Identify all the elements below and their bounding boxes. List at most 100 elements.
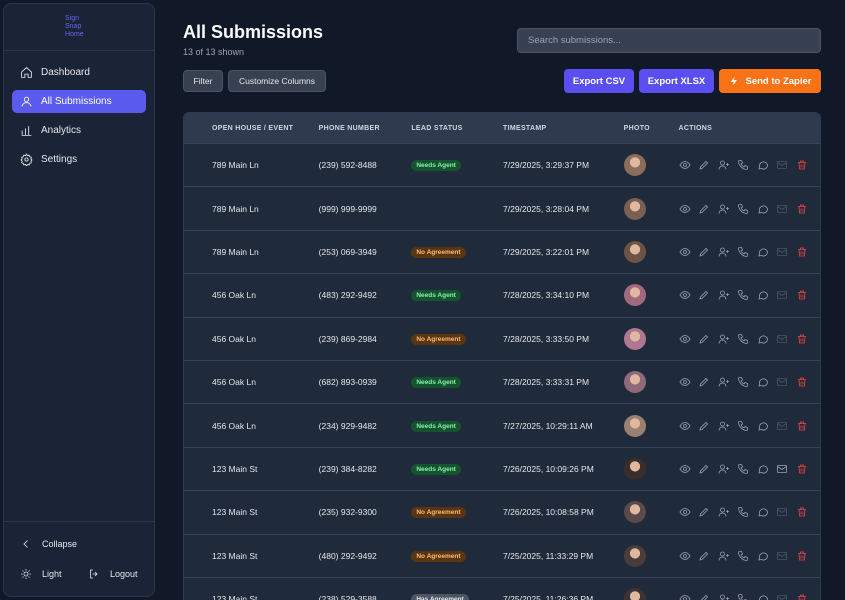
delete-icon[interactable] [795,159,808,172]
view-icon[interactable] [678,289,691,302]
sms-icon[interactable] [756,593,769,600]
edit-icon[interactable] [698,593,711,600]
email-icon[interactable] [776,376,789,389]
assign-agent-icon[interactable] [717,332,730,345]
table-row[interactable]: 789 Main Ln (253) 069-3949 No Agreement … [184,229,820,273]
sms-icon[interactable] [756,202,769,215]
theme-toggle[interactable]: Light [20,564,88,584]
assign-agent-icon[interactable] [717,376,730,389]
email-icon[interactable] [776,593,789,600]
table-row[interactable]: 456 Oak Ln (234) 929-9482 Needs Agent 7/… [184,403,820,446]
email-icon[interactable] [776,419,789,432]
email-icon[interactable] [776,462,789,475]
sidebar-item-analytics[interactable]: Analytics [12,119,146,142]
view-icon[interactable] [678,332,691,345]
delete-icon[interactable] [795,549,808,562]
avatar[interactable] [623,154,646,177]
edit-icon[interactable] [698,289,711,302]
table-row[interactable]: 789 Main Ln (239) 592-8488 Needs Agent 7… [184,143,820,186]
assign-agent-icon[interactable] [717,289,730,302]
view-icon[interactable] [678,419,691,432]
delete-icon[interactable] [795,245,808,258]
sms-icon[interactable] [756,506,769,519]
avatar[interactable] [623,544,646,567]
view-icon[interactable] [678,159,691,172]
sms-icon[interactable] [756,289,769,302]
table-row[interactable]: 123 Main St (238) 529-3588 Has Agreement… [184,576,820,600]
edit-icon[interactable] [698,202,711,215]
sidebar-item-dashboard[interactable]: Dashboard [12,61,146,84]
edit-icon[interactable] [698,419,711,432]
sms-icon[interactable] [756,549,769,562]
call-icon[interactable] [737,549,750,562]
search-input[interactable] [517,28,821,53]
call-icon[interactable] [737,593,750,600]
edit-icon[interactable] [698,332,711,345]
email-icon[interactable] [776,245,789,258]
table-row[interactable]: 456 Oak Ln (682) 893-0939 Needs Agent 7/… [184,359,820,403]
avatar[interactable] [623,588,646,600]
avatar[interactable] [623,414,646,437]
call-icon[interactable] [737,506,750,519]
call-icon[interactable] [737,202,750,215]
avatar[interactable] [623,240,646,263]
assign-agent-icon[interactable] [717,159,730,172]
avatar[interactable] [623,327,646,350]
logo[interactable]: Sign Snap Home [4,4,154,51]
call-icon[interactable] [737,332,750,345]
avatar[interactable] [623,284,646,307]
export-xlsx-button[interactable]: Export XLSX [639,69,714,93]
column-header[interactable]: LEAD STATUS [411,125,503,132]
delete-icon[interactable] [795,332,808,345]
filter-button[interactable]: Filter [183,70,223,92]
view-icon[interactable] [678,549,691,562]
logout-button[interactable]: Logout [88,564,138,584]
assign-agent-icon[interactable] [717,245,730,258]
send-to-zapier-button[interactable]: Send to Zapier [719,69,821,93]
call-icon[interactable] [737,159,750,172]
view-icon[interactable] [678,593,691,600]
delete-icon[interactable] [795,419,808,432]
email-icon[interactable] [776,202,789,215]
edit-icon[interactable] [698,462,711,475]
edit-icon[interactable] [698,245,711,258]
collapse-button[interactable]: Collapse [20,534,138,554]
view-icon[interactable] [678,245,691,258]
delete-icon[interactable] [795,593,808,600]
sidebar-item-all-submissions[interactable]: All Submissions [12,90,146,113]
avatar[interactable] [623,197,646,220]
assign-agent-icon[interactable] [717,593,730,600]
call-icon[interactable] [737,462,750,475]
customize-columns-button[interactable]: Customize Columns [228,70,326,92]
table-row[interactable]: 123 Main St (239) 384-8282 Needs Agent 7… [184,446,820,490]
assign-agent-icon[interactable] [717,462,730,475]
delete-icon[interactable] [795,506,808,519]
delete-icon[interactable] [795,376,808,389]
assign-agent-icon[interactable] [717,549,730,562]
table-row[interactable]: 789 Main Ln (999) 999-9999 7/29/2025, 3:… [184,186,820,229]
sidebar-item-settings[interactable]: Settings [12,148,146,171]
email-icon[interactable] [776,332,789,345]
view-icon[interactable] [678,506,691,519]
email-icon[interactable] [776,506,789,519]
sms-icon[interactable] [756,332,769,345]
call-icon[interactable] [737,376,750,389]
avatar[interactable] [623,457,646,480]
assign-agent-icon[interactable] [717,419,730,432]
delete-icon[interactable] [795,462,808,475]
avatar[interactable] [623,371,646,394]
edit-icon[interactable] [698,376,711,389]
table-row[interactable]: 123 Main St (235) 932-9300 No Agreement … [184,490,820,533]
assign-agent-icon[interactable] [717,506,730,519]
call-icon[interactable] [737,419,750,432]
delete-icon[interactable] [795,289,808,302]
table-row[interactable]: 123 Main St (480) 292-9492 No Agreement … [184,533,820,577]
column-header[interactable]: TIMESTAMP [503,125,624,132]
call-icon[interactable] [737,245,750,258]
email-icon[interactable] [776,549,789,562]
edit-icon[interactable] [698,159,711,172]
column-header[interactable]: PHONE NUMBER [319,125,412,132]
email-icon[interactable] [776,289,789,302]
sms-icon[interactable] [756,462,769,475]
sms-icon[interactable] [756,245,769,258]
